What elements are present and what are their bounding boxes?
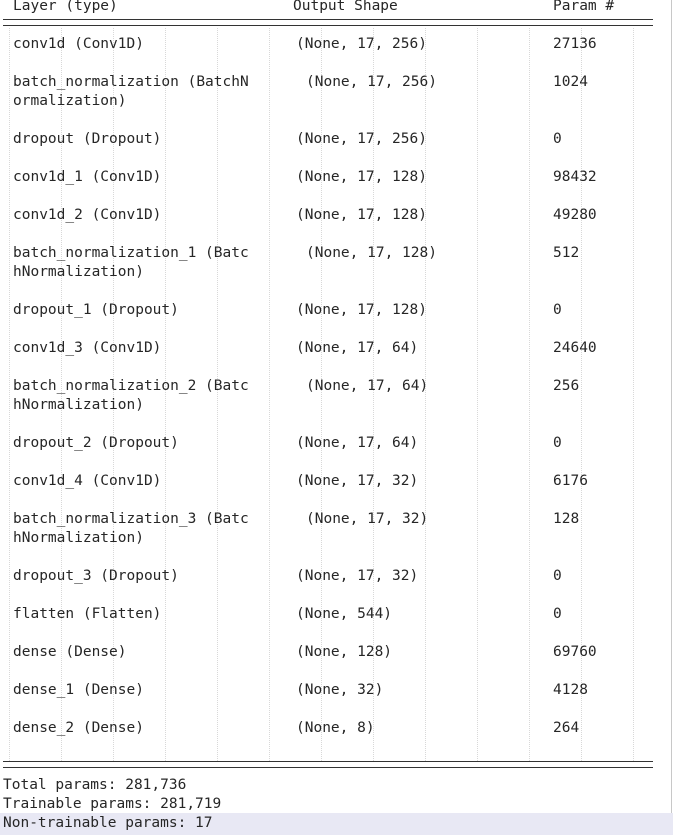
param-count-cell: 6176 <box>553 473 588 489</box>
param-count-cell: 128 <box>553 511 580 527</box>
layer-name-cell: batch_normalization_1 (Batc hNormalizati… <box>13 245 249 280</box>
param-count-cell: 69760 <box>553 644 597 660</box>
footer-rule <box>3 761 653 768</box>
output-shape-cell: (None, 17, 128) <box>296 207 427 223</box>
output-shape-cell: (None, 17, 32) <box>306 511 429 527</box>
output-shape-cell: (None, 32) <box>296 682 384 698</box>
param-count-cell: 264 <box>553 720 580 736</box>
layer-name-cell: dense (Dense) <box>13 644 127 660</box>
param-count-cell: 4128 <box>553 682 588 698</box>
output-shape-cell: (None, 17, 256) <box>296 131 427 147</box>
output-shape-cell: (None, 128) <box>296 644 393 660</box>
layer-name-cell: dropout_3 (Dropout) <box>13 568 179 584</box>
layer-name-cell: conv1d_3 (Conv1D) <box>13 340 162 356</box>
output-shape-cell: (None, 17, 64) <box>296 340 419 356</box>
layer-name-cell: conv1d_2 (Conv1D) <box>13 207 162 223</box>
header-rule <box>3 19 653 26</box>
output-shape-cell: (None, 17, 256) <box>296 36 427 52</box>
layer-name-cell: dense_2 (Dense) <box>13 720 144 736</box>
param-count-cell: 0 <box>553 302 562 318</box>
output-shape-cell: (None, 17, 128) <box>296 302 427 318</box>
param-count-cell: 0 <box>553 606 562 622</box>
output-shape-cell: (None, 17, 64) <box>306 378 429 394</box>
output-shape-cell: (None, 17, 32) <box>296 568 419 584</box>
param-count-cell: 0 <box>553 131 562 147</box>
output-shape-cell: (None, 17, 128) <box>296 169 427 185</box>
layer-name-cell: dropout_2 (Dropout) <box>13 435 179 451</box>
layer-name-cell: batch_normalization (BatchN ormalization… <box>13 74 249 109</box>
model-summary-output <box>0 0 672 834</box>
param-count-cell: 27136 <box>553 36 597 52</box>
layer-name-cell: batch_normalization_2 (Batc hNormalizati… <box>13 378 249 413</box>
output-shape-column-header: Output Shape <box>293 0 398 14</box>
output-shape-cell: (None, 544) <box>296 606 393 622</box>
param-count-cell: 256 <box>553 378 580 394</box>
output-shape-cell: (None, 8) <box>296 720 375 736</box>
layer-name-cell: batch_normalization_3 (Batc hNormalizati… <box>13 511 249 546</box>
output-shape-cell: (None, 17, 32) <box>296 473 419 489</box>
layer-name-cell: conv1d (Conv1D) <box>13 36 144 52</box>
param-count-cell: 98432 <box>553 169 597 185</box>
param-count-cell: 512 <box>553 245 580 261</box>
param-count-cell: 0 <box>553 435 562 451</box>
param-count-cell: 0 <box>553 568 562 584</box>
non-trainable-params-text: Non-trainable params: 17 <box>3 815 213 831</box>
layer-name-cell: flatten (Flatten) <box>13 606 162 622</box>
output-shape-cell: (None, 17, 128) <box>306 245 437 261</box>
param-count-cell: 49280 <box>553 207 597 223</box>
output-shape-cell: (None, 17, 64) <box>296 435 419 451</box>
layer-name-cell: dropout (Dropout) <box>13 131 162 147</box>
total-params-text: Total params: 281,736 <box>3 777 187 793</box>
param-count-cell: 1024 <box>553 74 588 90</box>
output-shape-cell: (None, 17, 256) <box>306 74 437 90</box>
layer-name-cell: dense_1 (Dense) <box>13 682 144 698</box>
trainable-params-text: Trainable params: 281,719 <box>3 796 222 812</box>
layer-name-cell: conv1d_1 (Conv1D) <box>13 169 162 185</box>
layer-name-cell: dropout_1 (Dropout) <box>13 302 179 318</box>
param-count-column-header: Param # <box>553 0 615 14</box>
param-count-cell: 24640 <box>553 340 597 356</box>
layer-type-column-header: Layer (type) <box>13 0 118 14</box>
layer-name-cell: conv1d_4 (Conv1D) <box>13 473 162 489</box>
